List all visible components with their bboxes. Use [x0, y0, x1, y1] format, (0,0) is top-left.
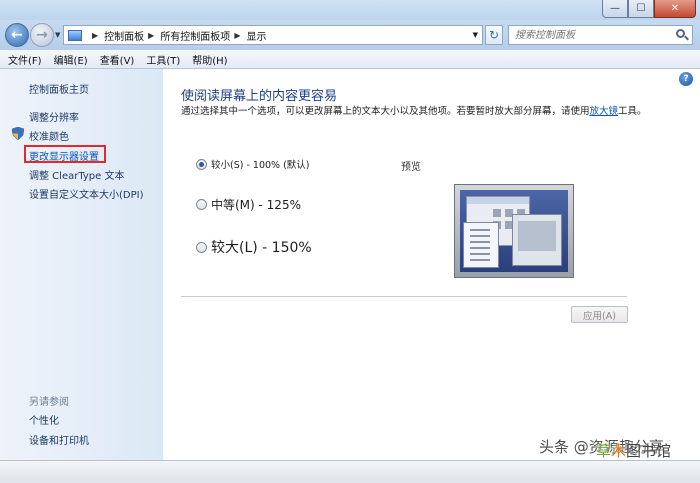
control-panel-icon	[68, 29, 82, 41]
sidebar-item-devices-printers[interactable]: 设备和打印机	[29, 432, 89, 447]
uac-shield-icon	[12, 127, 24, 140]
watermark-logo-text: 图书馆	[626, 442, 672, 460]
recent-pages-dropdown-icon[interactable]: ▼	[55, 31, 60, 39]
preview-screen	[460, 190, 568, 272]
window-controls: — ☐ ✕	[602, 0, 696, 18]
address-dropdown-icon[interactable]: ▼	[473, 31, 478, 39]
magnifier-link[interactable]: 放大镜	[590, 106, 619, 117]
option-larger-label[interactable]: 较大(L) - 150%	[211, 237, 312, 257]
main-content: ? 使阅读屏幕上的内容更容易 通过选择其中一个选项，可以更改屏幕上的文本大小以及…	[163, 69, 700, 460]
preview-window	[463, 222, 499, 268]
menu-view[interactable]: 查看(V)	[100, 52, 135, 67]
apply-button[interactable]: 应用(A)	[571, 306, 628, 323]
help-icon[interactable]: ?	[679, 72, 693, 86]
sidebar-item-adjust-resolution[interactable]: 调整分辨率	[29, 109, 79, 124]
option-medium[interactable]: 中等(M) - 125%	[196, 196, 301, 213]
breadcrumb-all-items[interactable]: 所有控制面板项	[160, 28, 230, 43]
description-text-end: 工具。	[618, 106, 647, 117]
refresh-button[interactable]: ↻	[485, 25, 503, 45]
sidebar-item-calibrate-color[interactable]: 校准颜色	[29, 128, 69, 143]
option-smaller-label[interactable]: 较小(S) - 100% (默认)	[211, 157, 310, 171]
option-medium-label[interactable]: 中等(M) - 125%	[211, 196, 301, 213]
description-text: 通过选择其中一个选项，可以更改屏幕上的文本大小以及其他项。若要暂时放大部分屏幕，…	[181, 106, 590, 117]
watermark-logo-char: 木	[611, 442, 627, 460]
title-bar: — ☐ ✕	[0, 0, 700, 20]
radio-medium[interactable]	[196, 199, 207, 210]
preview-label: 预览	[401, 162, 421, 173]
maximize-button[interactable]: ☐	[628, 0, 654, 18]
search-icon[interactable]	[676, 29, 685, 38]
sidebar-item-custom-dpi[interactable]: 设置自定义文本大小(DPI)	[29, 186, 143, 201]
radio-smaller[interactable]	[196, 158, 207, 170]
breadcrumb-display[interactable]: 显示	[246, 28, 266, 43]
menu-help[interactable]: 帮助(H)	[192, 52, 227, 67]
watermark-logo: 草木图书馆	[596, 440, 671, 461]
preview-window	[512, 214, 562, 266]
see-also-heading: 另请参阅	[29, 397, 69, 408]
watermark-logo-char: 草	[596, 442, 612, 460]
navigation-bar: ← → ▼ ▶ 控制面板 ▶ 所有控制面板项 ▶ 显示 ▼ ↻	[0, 20, 700, 50]
breadcrumb-chevron-icon[interactable]: ▶	[92, 31, 98, 40]
highlight-box	[24, 145, 106, 163]
sidebar-item-control-panel-home[interactable]: 控制面板主页	[29, 81, 89, 96]
breadcrumb-chevron-icon[interactable]: ▶	[234, 31, 240, 40]
option-smaller[interactable]: 较小(S) - 100% (默认)	[196, 157, 310, 171]
menu-tools[interactable]: 工具(T)	[146, 52, 180, 67]
menu-file[interactable]: 文件(F)	[8, 52, 42, 67]
divider	[181, 296, 627, 297]
page-title: 使阅读屏幕上的内容更容易	[181, 89, 338, 104]
back-button[interactable]: ←	[5, 23, 29, 47]
sidebar-item-personalization[interactable]: 个性化	[29, 412, 59, 427]
minimize-button[interactable]: —	[602, 0, 628, 18]
task-sidebar: 控制面板主页 调整分辨率 校准颜色 更改显示器设置 调整 ClearType 文…	[0, 69, 163, 460]
forward-button[interactable]: →	[30, 23, 54, 47]
breadcrumb-chevron-icon[interactable]: ▶	[148, 31, 154, 40]
radio-larger[interactable]	[196, 241, 207, 253]
option-larger[interactable]: 较大(L) - 150%	[196, 237, 312, 257]
breadcrumb-control-panel[interactable]: 控制面板	[104, 28, 144, 43]
preview-monitor	[454, 184, 574, 278]
menu-bar: 文件(F) 编辑(E) 查看(V) 工具(T) 帮助(H)	[0, 50, 700, 69]
search-input[interactable]	[508, 25, 693, 45]
close-button[interactable]: ✕	[654, 0, 696, 18]
menu-edit[interactable]: 编辑(E)	[54, 52, 88, 67]
status-bar	[0, 460, 700, 483]
address-bar[interactable]: ▶ 控制面板 ▶ 所有控制面板项 ▶ 显示 ▼	[63, 25, 483, 45]
page-description: 通过选择其中一个选项，可以更改屏幕上的文本大小以及其他项。若要暂时放大部分屏幕，…	[181, 105, 681, 118]
sidebar-item-cleartype[interactable]: 调整 ClearType 文本	[29, 167, 124, 182]
